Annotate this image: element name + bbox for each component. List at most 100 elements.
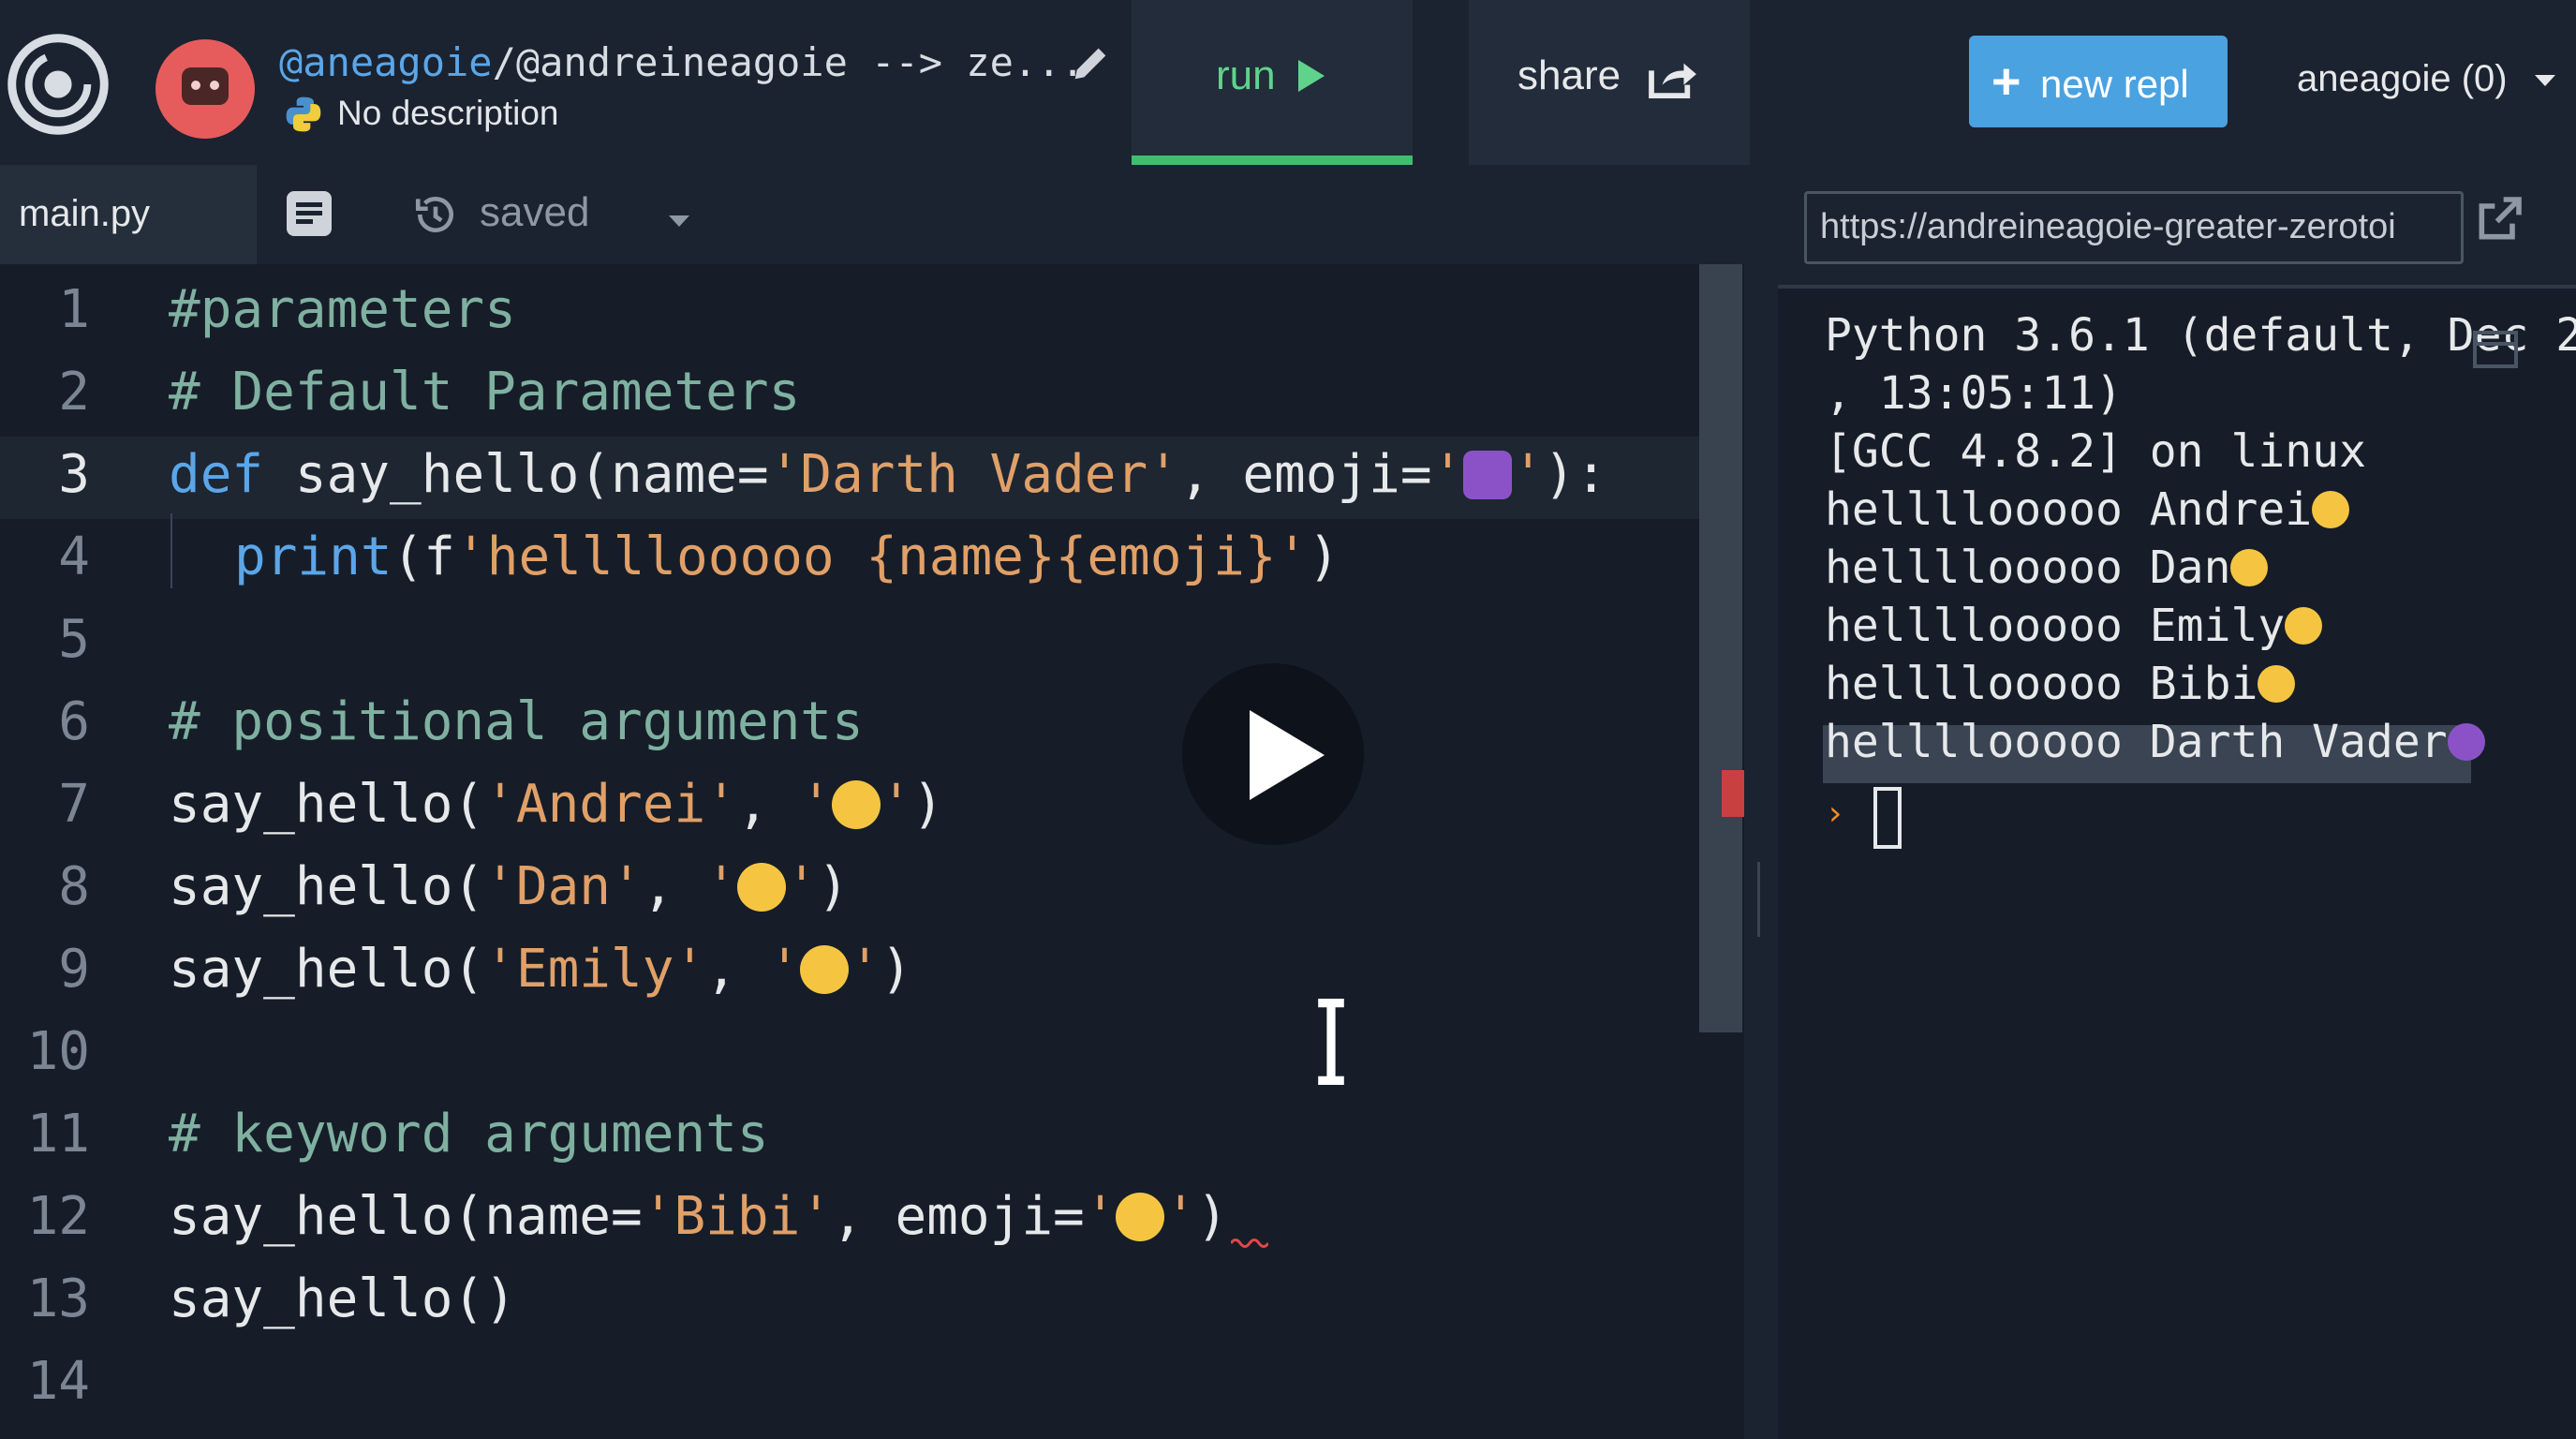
user-avatar[interactable] <box>155 39 255 139</box>
files-icon[interactable] <box>287 191 332 236</box>
code-line-active[interactable]: 3 def say_hello(name='Darth Vader', emoj… <box>0 437 1714 519</box>
indent-guide <box>170 513 172 588</box>
line-number: 14 <box>26 1351 90 1412</box>
console-output[interactable]: Python 3.6.1 (default, Dec 201 , 13:05:1… <box>1778 289 2576 1439</box>
console-line: hellllooooo Dan <box>1825 541 2269 594</box>
console-line: hellllooooo Emily <box>1825 600 2323 652</box>
console-line: hellllooooo Bibi <box>1825 658 2296 710</box>
new-repl-label: new repl <box>2040 62 2189 106</box>
code-line[interactable]: 11 # keyword arguments <box>0 1096 1714 1179</box>
line-number: 4 <box>58 527 90 587</box>
url-field[interactable]: https://andreineagoie-greater-zerotoi <box>1804 191 2464 264</box>
repl-name: /@andreineagoie --> ze... <box>492 39 1085 85</box>
play-icon <box>1250 710 1325 800</box>
pane-divider[interactable] <box>1744 165 1778 1439</box>
code-text: say_hello(name='Bibi', emoji=' ') <box>169 1186 1228 1247</box>
avatar-face <box>182 67 229 105</box>
code-editor[interactable]: 1 #parameters 2 # Default Parameters 3 d… <box>0 264 1744 1439</box>
code-text: #parameters <box>169 279 516 340</box>
editor-scrollbar[interactable] <box>1699 264 1742 1032</box>
history-icon[interactable] <box>412 191 459 238</box>
code-text: # Default Parameters <box>169 362 801 423</box>
error-marker <box>1722 770 1744 817</box>
share-label: share <box>1517 52 1621 98</box>
new-repl-button[interactable]: + new repl <box>1969 36 2228 127</box>
code-text: # keyword arguments <box>169 1104 769 1165</box>
code-text: say_hello('Dan', ' ') <box>169 856 850 917</box>
code-text: say_hello() <box>169 1268 516 1329</box>
prompt-icon: › <box>1825 794 1845 833</box>
line-number: 9 <box>58 939 90 1000</box>
tab-label: main.py <box>19 193 151 234</box>
code-line[interactable]: 13 say_hello() <box>0 1261 1714 1343</box>
smile-emoji-icon <box>1116 1193 1165 1241</box>
code-line[interactable]: 7 say_hello('Andrei', ' ') <box>0 766 1714 849</box>
code-text: say_hello('Emily', ' ') <box>169 939 912 1000</box>
share-icon <box>1649 63 1696 99</box>
output-url-bar: https://andreineagoie-greater-zerotoi <box>1778 165 2576 289</box>
pencil-icon[interactable] <box>1070 41 1113 84</box>
console-line: , 13:05:11) <box>1825 367 2123 420</box>
line-number: 1 <box>58 279 90 340</box>
smile-emoji-icon <box>2312 491 2350 528</box>
editor-toolbar: main.py saved <box>0 165 1744 264</box>
repl-logo-icon[interactable] <box>6 32 111 137</box>
code-line[interactable]: 9 say_hello('Emily', ' ') <box>0 931 1714 1014</box>
line-number: 7 <box>58 774 90 835</box>
avatar-eye <box>210 81 219 90</box>
avatar-eye <box>191 81 200 90</box>
code-line[interactable]: 8 say_hello('Dan', ' ') <box>0 849 1714 931</box>
play-icon <box>1298 60 1325 92</box>
smile-emoji-icon <box>832 780 881 829</box>
account-menu[interactable]: aneagoie (0) <box>2297 58 2508 100</box>
smile-emoji-icon <box>2258 665 2296 703</box>
smile-emoji-icon <box>2230 549 2269 586</box>
code-line[interactable]: 1 #parameters <box>0 272 1714 354</box>
line-number: 10 <box>26 1021 90 1082</box>
line-number: 8 <box>58 856 90 917</box>
console-line: hellllooooo Darth Vader <box>1825 716 2485 768</box>
line-number: 5 <box>58 609 90 670</box>
line-number: 13 <box>26 1268 90 1329</box>
code-line[interactable]: 5 <box>0 601 1714 684</box>
console-cursor[interactable] <box>1873 787 1902 849</box>
line-number: 12 <box>26 1186 90 1247</box>
open-in-new-tab-icon[interactable] <box>2473 193 2525 245</box>
smile-emoji-icon <box>800 945 850 994</box>
error-squiggle <box>1231 1239 1268 1248</box>
code-line[interactable]: 10 <box>0 1014 1714 1096</box>
code-line[interactable]: 12 say_hello(name='Bibi', emoji=' ') <box>0 1179 1714 1261</box>
share-button[interactable]: share <box>1469 0 1750 165</box>
repl-title[interactable]: @aneagoie/@andreineagoie --> ze... <box>279 39 1085 85</box>
saved-status[interactable]: saved <box>480 189 589 236</box>
run-active-indicator <box>1132 156 1413 165</box>
console-line: Python 3.6.1 (default, Dec 201 <box>1825 309 2576 362</box>
repl-owner-link[interactable]: @aneagoie <box>279 39 493 85</box>
plus-icon: + <box>1991 53 2021 110</box>
code-line[interactable]: 2 # Default Parameters <box>0 354 1714 437</box>
run-button[interactable]: run <box>1132 0 1413 165</box>
code-line[interactable]: 6 # positional arguments <box>0 684 1714 766</box>
repl-description[interactable]: No description <box>337 94 559 133</box>
tab-main-py[interactable]: main.py <box>0 165 257 264</box>
console-line: hellllooooo Andrei <box>1825 483 2350 536</box>
line-number: 11 <box>26 1104 90 1165</box>
console-toggle-icon[interactable] <box>2471 328 2520 371</box>
drag-handle[interactable] <box>1757 862 1760 937</box>
run-label: run <box>1216 52 1276 98</box>
video-play-button[interactable] <box>1182 663 1364 845</box>
console-line: [GCC 4.8.2] on linux <box>1825 425 2366 478</box>
smile-emoji-icon <box>2285 607 2323 645</box>
code-text: def say_hello(name='Darth Vader', emoji=… <box>169 444 1607 505</box>
chevron-down-icon[interactable] <box>2535 75 2555 86</box>
chevron-down-icon[interactable] <box>669 215 689 227</box>
line-number: 3 <box>58 444 90 505</box>
code-line[interactable]: 14 <box>0 1343 1714 1426</box>
code-line[interactable]: 4 print(f'hellllooooo {name}{emoji}') <box>0 519 1714 601</box>
python-icon <box>286 96 321 132</box>
top-header: @aneagoie/@andreineagoie --> ze... No de… <box>0 0 2576 165</box>
devil-emoji-icon <box>2447 723 2485 761</box>
code-text: print(f'hellllooooo {name}{emoji}') <box>234 527 1340 587</box>
line-number: 6 <box>58 691 90 752</box>
url-text: https://andreineagoie-greater-zerotoi <box>1820 207 2396 246</box>
